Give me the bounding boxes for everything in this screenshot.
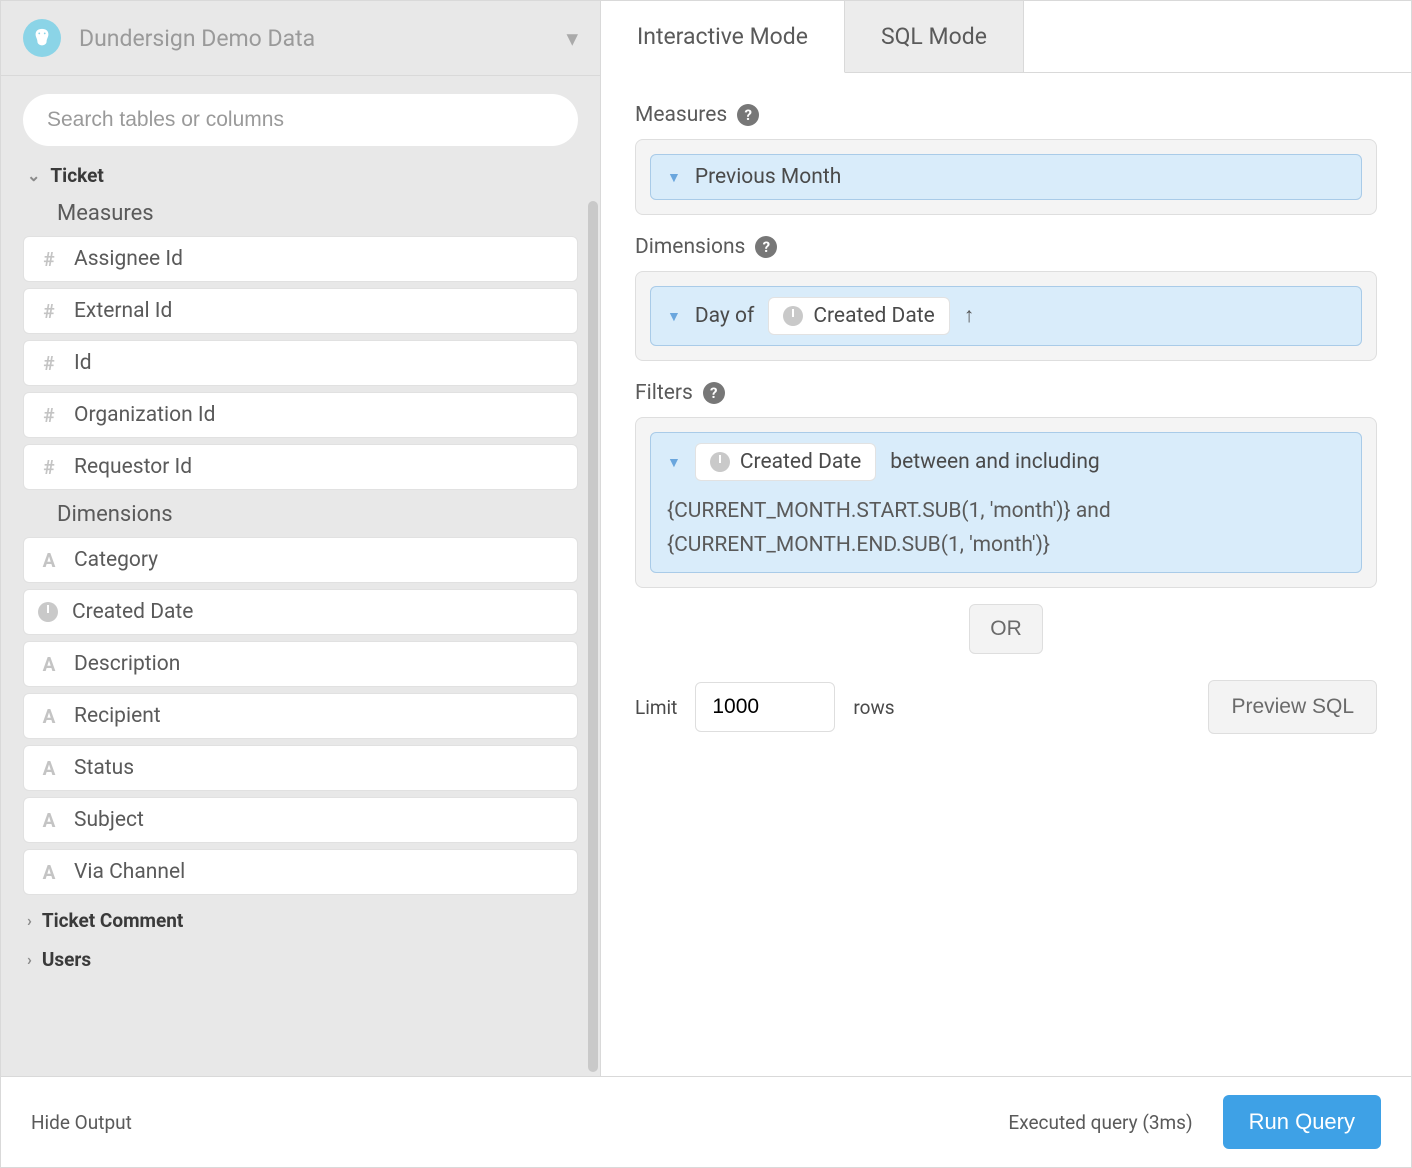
- limit-row: Limit rows Preview SQL: [635, 680, 1377, 734]
- field-item[interactable]: A Recipient: [23, 693, 578, 739]
- measures-subheader: Measures: [23, 195, 578, 236]
- tree-group-label: Ticket: [50, 164, 103, 187]
- field-item[interactable]: A Description: [23, 641, 578, 687]
- field-label: Description: [74, 652, 180, 676]
- sidebar: Dundersign Demo Data ▾ ⌄ Ticket Measures…: [1, 1, 601, 1076]
- field-item[interactable]: A Via Channel: [23, 849, 578, 895]
- postgres-icon: [23, 19, 61, 57]
- limit-suffix: rows: [853, 696, 894, 719]
- measure-chip-label: Previous Month: [695, 165, 841, 189]
- caret-down-icon: ▼: [667, 454, 681, 471]
- dimensions-well[interactable]: ▼ Day of Created Date ↑: [635, 271, 1377, 361]
- number-type-icon: #: [38, 456, 60, 479]
- datasource-selector[interactable]: Dundersign Demo Data ▾: [1, 1, 600, 76]
- dimension-field-label: Created Date: [813, 304, 934, 328]
- filter-expression: {CURRENT_MONTH.START.SUB(1, 'month')} an…: [667, 495, 1345, 562]
- preview-sql-button[interactable]: Preview SQL: [1208, 680, 1377, 734]
- number-type-icon: #: [38, 300, 60, 323]
- field-label: External Id: [74, 299, 172, 323]
- clock-icon: [710, 452, 730, 472]
- sort-ascending-icon[interactable]: ↑: [964, 304, 975, 328]
- measures-well[interactable]: ▼ Previous Month: [635, 139, 1377, 215]
- field-label: Category: [74, 548, 158, 572]
- text-type-icon: A: [38, 757, 60, 780]
- mode-tabs: Interactive Mode SQL Mode: [601, 1, 1411, 73]
- query-status: Executed query (3ms): [1008, 1111, 1192, 1134]
- help-icon[interactable]: ?: [755, 236, 777, 258]
- clock-icon: [783, 306, 803, 326]
- caret-down-icon: ▼: [667, 308, 681, 325]
- limit-input[interactable]: [695, 682, 835, 732]
- field-item[interactable]: A Subject: [23, 797, 578, 843]
- dimension-field-pill[interactable]: Created Date: [768, 297, 949, 335]
- field-item[interactable]: Created Date: [23, 589, 578, 635]
- tree-group-ticket[interactable]: ⌄ Ticket: [23, 156, 578, 195]
- filter-field-pill[interactable]: Created Date: [695, 443, 876, 481]
- scrollbar[interactable]: [588, 201, 598, 1072]
- text-type-icon: A: [38, 809, 60, 832]
- chevron-down-icon: ▾: [566, 25, 578, 52]
- help-icon[interactable]: ?: [737, 104, 759, 126]
- field-label: Subject: [74, 808, 144, 832]
- field-item[interactable]: # External Id: [23, 288, 578, 334]
- number-type-icon: #: [38, 404, 60, 427]
- run-query-button[interactable]: Run Query: [1223, 1095, 1381, 1149]
- field-label: Via Channel: [74, 860, 185, 884]
- text-type-icon: A: [38, 861, 60, 884]
- tree-group-ticket-comment[interactable]: › Ticket Comment: [23, 901, 578, 940]
- text-type-icon: A: [38, 549, 60, 572]
- dimension-prefix: Day of: [695, 304, 754, 328]
- caret-down-icon: ▼: [667, 169, 681, 186]
- tab-sql-mode[interactable]: SQL Mode: [845, 1, 1024, 72]
- field-label: Requestor Id: [74, 455, 192, 479]
- tree-group-label: Users: [42, 948, 91, 971]
- filter-field-label: Created Date: [740, 450, 861, 474]
- field-label: Created Date: [72, 600, 193, 624]
- add-or-filter-button[interactable]: OR: [969, 604, 1043, 654]
- field-item[interactable]: A Category: [23, 537, 578, 583]
- limit-label: Limit: [635, 696, 677, 719]
- field-item[interactable]: # Organization Id: [23, 392, 578, 438]
- dimensions-subheader: Dimensions: [23, 496, 578, 537]
- filters-well[interactable]: ▼ Created Date between and including {CU…: [635, 417, 1377, 588]
- measures-section-label: Measures ?: [635, 103, 1377, 127]
- chevron-down-icon: ⌄: [27, 166, 40, 185]
- tab-interactive-mode[interactable]: Interactive Mode: [601, 1, 845, 73]
- clock-icon: [38, 602, 58, 622]
- tree-group-users[interactable]: › Users: [23, 940, 578, 979]
- field-label: Organization Id: [74, 403, 215, 427]
- datasource-name: Dundersign Demo Data: [79, 25, 315, 52]
- filter-chip[interactable]: ▼ Created Date between and including {CU…: [650, 432, 1362, 573]
- filters-section-label: Filters ?: [635, 381, 1377, 405]
- field-label: Assignee Id: [74, 247, 183, 271]
- field-item[interactable]: # Assignee Id: [23, 236, 578, 282]
- field-label: Id: [74, 351, 92, 375]
- text-type-icon: A: [38, 705, 60, 728]
- query-builder-panel: Interactive Mode SQL Mode Measures ? ▼ P…: [601, 1, 1411, 1076]
- text-type-icon: A: [38, 653, 60, 676]
- filter-operator-text: between and including: [890, 450, 1099, 474]
- dimensions-section-label: Dimensions ?: [635, 235, 1377, 259]
- number-type-icon: #: [38, 352, 60, 375]
- field-item[interactable]: A Status: [23, 745, 578, 791]
- chevron-right-icon: ›: [27, 911, 32, 930]
- schema-tree: ⌄ Ticket Measures # Assignee Id # External…: [1, 156, 600, 1076]
- help-icon[interactable]: ?: [703, 382, 725, 404]
- dimension-chip[interactable]: ▼ Day of Created Date ↑: [650, 286, 1362, 346]
- chevron-right-icon: ›: [27, 950, 32, 969]
- measure-chip[interactable]: ▼ Previous Month: [650, 154, 1362, 200]
- field-label: Recipient: [74, 704, 161, 728]
- footer-bar: Hide Output Executed query (3ms) Run Que…: [0, 1076, 1412, 1168]
- number-type-icon: #: [38, 248, 60, 271]
- field-item[interactable]: # Id: [23, 340, 578, 386]
- tree-group-label: Ticket Comment: [42, 909, 184, 932]
- field-item[interactable]: # Requestor Id: [23, 444, 578, 490]
- field-label: Status: [74, 756, 134, 780]
- search-input[interactable]: [23, 94, 578, 146]
- hide-output-toggle[interactable]: Hide Output: [31, 1111, 132, 1134]
